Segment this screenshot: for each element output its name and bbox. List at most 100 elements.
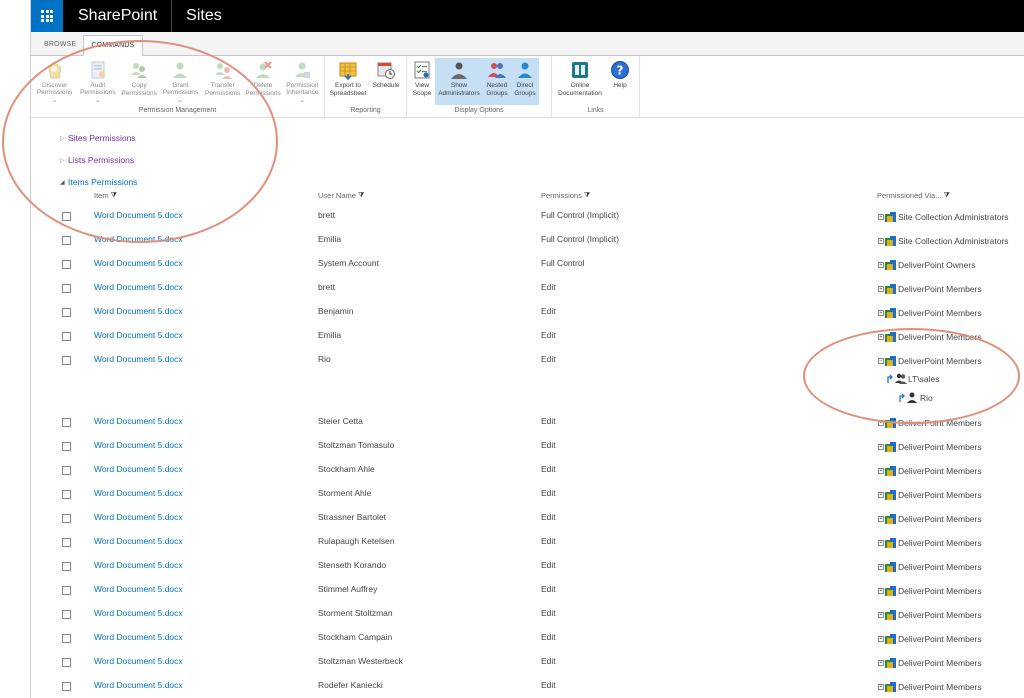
item-link[interactable]: Word Document 5.docx	[94, 258, 183, 268]
table-row[interactable]: Word Document 5.docx Stockham Ahle Edit + De…	[0, 462, 1024, 486]
table-row[interactable]: Word Document 5.docx Steier Cetta Edit + Del…	[0, 414, 1024, 438]
filter-icon[interactable]: ⧩	[111, 192, 117, 200]
column-header-user[interactable]: User Name ⧩	[318, 191, 364, 200]
table-row[interactable]: Word Document 5.docx Emilia Edit + DeliverPo…	[0, 328, 1024, 352]
expand-toggle-icon[interactable]: +	[878, 310, 884, 316]
row-checkbox[interactable]	[62, 284, 71, 293]
row-checkbox[interactable]	[62, 490, 71, 499]
permissioned-via[interactable]: + DeliverPoint Members	[878, 490, 982, 500]
item-link[interactable]: Word Document 5.docx	[94, 608, 183, 618]
item-link[interactable]: Word Document 5.docx	[94, 512, 183, 522]
expand-toggle-icon[interactable]: +	[878, 612, 884, 618]
row-checkbox[interactable]	[62, 236, 71, 245]
permissioned-via[interactable]: + Site Collection Administrators	[878, 236, 1009, 246]
row-checkbox[interactable]	[62, 442, 71, 451]
expand-toggle-icon[interactable]: +	[878, 444, 884, 450]
tree-sites-permissions[interactable]: ▷ Sites Permissions	[60, 133, 136, 143]
permissioned-via[interactable]: + Site Collection Administrators	[878, 212, 1009, 222]
permissioned-via[interactable]: + DeliverPoint Members	[878, 610, 982, 620]
audit-permissions-button[interactable]: Audit Permissions ⌄	[76, 58, 119, 105]
permissioned-via[interactable]: + DeliverPoint Members	[878, 586, 982, 596]
item-link[interactable]: Word Document 5.docx	[94, 234, 183, 244]
permission-inheritance-button[interactable]: Permission Inheritance ⌄	[283, 58, 322, 105]
item-link[interactable]: Word Document 5.docx	[94, 656, 183, 666]
table-row[interactable]: Word Document 5.docx System Account Full C…	[0, 256, 1024, 280]
copy-permissions-button[interactable]: Copy Permissions	[119, 58, 158, 105]
filter-icon[interactable]: ⧩	[943, 192, 949, 200]
item-link[interactable]: Word Document 5.docx	[94, 536, 183, 546]
row-checkbox[interactable]	[62, 308, 71, 317]
table-row[interactable]: Word Document 5.docx Rodefer Kaniecki Edit…	[0, 678, 1024, 698]
table-row[interactable]: Word Document 5.docx Stoltzman Westerbeck…	[0, 654, 1024, 678]
expand-toggle-icon[interactable]: +	[878, 516, 884, 522]
expand-toggle-icon[interactable]: +	[878, 684, 884, 690]
row-checkbox[interactable]	[62, 212, 71, 221]
permissioned-via[interactable]: + DeliverPoint Members	[878, 538, 982, 548]
expand-toggle-icon[interactable]: +	[878, 636, 884, 642]
tab-commands[interactable]: COMMANDS	[83, 35, 143, 56]
row-checkbox[interactable]	[62, 466, 71, 475]
permissioned-via[interactable]: + DeliverPoint Members	[878, 284, 982, 294]
item-link[interactable]: Word Document 5.docx	[94, 210, 183, 220]
row-checkbox[interactable]	[62, 610, 71, 619]
view-scope-button[interactable]: View Scope	[409, 58, 435, 105]
item-link[interactable]: Word Document 5.docx	[94, 488, 183, 498]
permissioned-via[interactable]: + DeliverPoint Members	[878, 418, 982, 428]
table-row[interactable]: Word Document 5.docx Stenseth Korando Edit…	[0, 558, 1024, 582]
item-link[interactable]: Word Document 5.docx	[94, 440, 183, 450]
table-row[interactable]: Word Document 5.docx Stimmel Auffrey Edit +…	[0, 582, 1024, 606]
permissioned-via[interactable]: + DeliverPoint Owners	[878, 260, 975, 270]
tree-lists-permissions[interactable]: ▷ Lists Permissions	[60, 155, 134, 165]
nested-group-entry[interactable]: LT\sales	[886, 373, 940, 384]
show-administrators-button[interactable]: Show Administrators	[435, 58, 483, 105]
transfer-permissions-button[interactable]: Transfer Permissions	[202, 58, 243, 105]
nested-user-entry[interactable]: Rio	[898, 392, 933, 403]
help-button[interactable]: ? Help	[606, 58, 634, 105]
table-row[interactable]: Word Document 5.docx Benjamin Edit + Deliver…	[0, 304, 1024, 328]
item-link[interactable]: Word Document 5.docx	[94, 632, 183, 642]
item-link[interactable]: Word Document 5.docx	[94, 282, 183, 292]
table-row[interactable]: Word Document 5.docx Stockham Campain Edit…	[0, 630, 1024, 654]
expand-toggle-icon[interactable]: +	[878, 492, 884, 498]
direct-groups-button[interactable]: Direct Groups	[511, 58, 539, 105]
grant-permissions-button[interactable]: Grant Permissions ⌄	[159, 58, 202, 105]
row-checkbox[interactable]	[62, 538, 71, 547]
expand-toggle-icon[interactable]: +	[878, 564, 884, 570]
permissioned-via[interactable]: + DeliverPoint Members	[878, 442, 982, 452]
row-checkbox[interactable]	[62, 634, 71, 643]
permissioned-via[interactable]: + DeliverPoint Members	[878, 514, 982, 524]
delete-permissions-button[interactable]: Delete Permissions	[243, 58, 282, 105]
expand-toggle-icon[interactable]: −	[878, 358, 884, 364]
expand-toggle-icon[interactable]: +	[878, 588, 884, 594]
column-header-item[interactable]: Item ⧩	[94, 191, 117, 200]
table-row[interactable]: Word Document 5.docx Emilia Full Control (…	[0, 232, 1024, 256]
column-header-via[interactable]: Permissioned Via... ⧩	[877, 191, 950, 200]
table-row[interactable]: Word Document 5.docx Storment Stoltzman Ed…	[0, 606, 1024, 630]
item-link[interactable]: Word Document 5.docx	[94, 560, 183, 570]
table-row[interactable]: Word Document 5.docx Strassner Bartolet Ed…	[0, 510, 1024, 534]
item-link[interactable]: Word Document 5.docx	[94, 330, 183, 340]
app-launcher-button[interactable]	[31, 0, 63, 32]
row-checkbox[interactable]	[62, 418, 71, 427]
item-link[interactable]: Word Document 5.docx	[94, 416, 183, 426]
item-link[interactable]: Word Document 5.docx	[94, 464, 183, 474]
permissioned-via[interactable]: + DeliverPoint Members	[878, 634, 982, 644]
expand-toggle-icon[interactable]: +	[878, 286, 884, 292]
expand-toggle-icon[interactable]: +	[878, 468, 884, 474]
expand-toggle-icon[interactable]: +	[878, 420, 884, 426]
tree-items-permissions[interactable]: ◢ Items Permissions	[60, 177, 137, 187]
expand-toggle-icon[interactable]: +	[878, 238, 884, 244]
table-row[interactable]: Word Document 5.docx Storment Ahle Edit + De…	[0, 486, 1024, 510]
nested-groups-button[interactable]: Nested Groups	[483, 58, 511, 105]
permissioned-via[interactable]: + DeliverPoint Members	[878, 562, 982, 572]
table-row[interactable]: Word Document 5.docx Rulapaugh Ketelsen Ed…	[0, 534, 1024, 558]
table-row[interactable]: Word Document 5.docx Rio Edit − DeliverPoint…	[0, 352, 1024, 376]
table-row[interactable]: Word Document 5.docx brett Edit + DeliverPoi…	[0, 280, 1024, 304]
brand-title[interactable]: SharePoint	[63, 0, 173, 32]
discover-permissions-button[interactable]: Discover Permissions ⌄	[33, 58, 76, 105]
table-row[interactable]: Word Document 5.docx brett Full Control (I…	[0, 208, 1024, 232]
permissioned-via[interactable]: + DeliverPoint Members	[878, 308, 982, 318]
expand-toggle-icon[interactable]: +	[878, 334, 884, 340]
expand-toggle-icon[interactable]: +	[878, 540, 884, 546]
permissioned-via[interactable]: + DeliverPoint Members	[878, 658, 982, 668]
